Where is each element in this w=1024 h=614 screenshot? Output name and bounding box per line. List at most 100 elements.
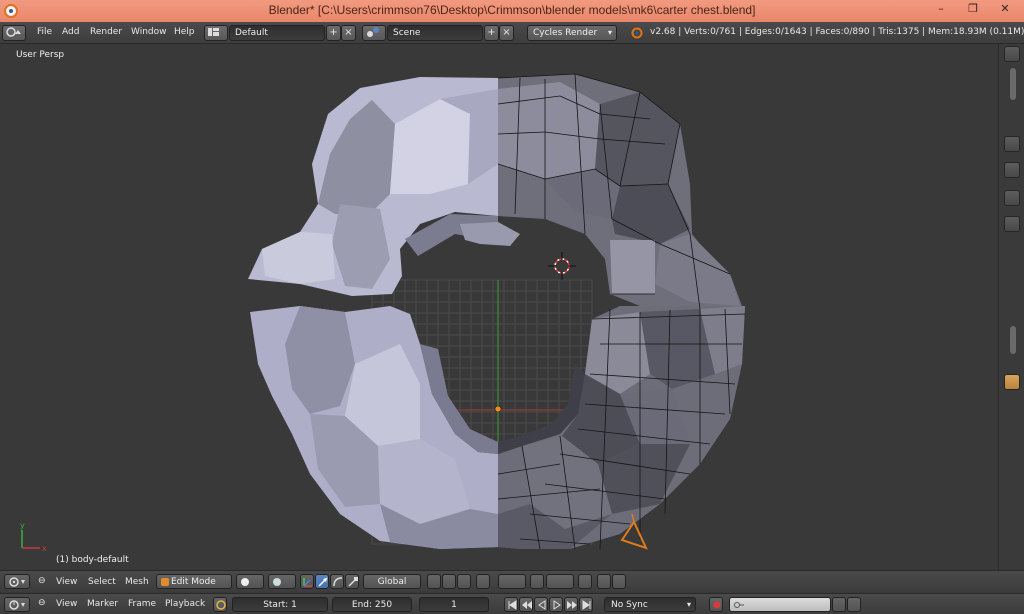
snap-toggle-button[interactable] <box>530 574 544 589</box>
jump-to-end-button[interactable] <box>579 597 593 612</box>
screen-layout-value: Default <box>235 28 268 38</box>
manipulator-toggle[interactable] <box>300 574 314 589</box>
blender-version-icon <box>631 27 643 39</box>
viewport-scene[interactable]: y x <box>0 44 998 570</box>
viewport-shading-select[interactable] <box>236 574 264 589</box>
select-menu[interactable]: Select <box>88 577 116 587</box>
menu-help[interactable]: Help <box>174 27 195 37</box>
properties-side-column <box>998 44 1024 570</box>
close-button[interactable]: ✕ <box>990 0 1020 20</box>
restore-button[interactable]: ❐ <box>958 0 988 20</box>
opengl-render-animation-button[interactable] <box>612 574 626 589</box>
active-object-label: (1) body-default <box>56 555 129 565</box>
3d-viewport[interactable]: User Persp y x (1) body-default <box>0 44 998 570</box>
object-origin <box>494 405 502 413</box>
remove-scene-button[interactable]: × <box>499 25 514 41</box>
render-engine-select[interactable]: Cycles Render ▾ <box>527 25 617 41</box>
render-preview-button[interactable] <box>578 574 592 589</box>
auto-keying-button[interactable] <box>709 597 723 612</box>
3d-view-header: ⊖ View Select Mesh Edit Mode Global <box>0 570 1024 592</box>
opengl-render-button[interactable] <box>597 574 611 589</box>
axis-y-label: y <box>20 521 25 530</box>
menu-file[interactable]: File <box>37 27 52 37</box>
add-keyframe-button[interactable] <box>832 597 846 612</box>
editor-type-timeline-button[interactable] <box>4 597 30 612</box>
minimize-button[interactable]: – <box>926 0 956 20</box>
face-select-mode-button[interactable] <box>457 574 471 589</box>
rotate-manipulator-button[interactable] <box>330 574 344 589</box>
translate-manipulator-button[interactable] <box>315 574 329 589</box>
axis-x-label: x <box>42 544 47 553</box>
edge-select-mode-button[interactable] <box>442 574 456 589</box>
scene-statistics: v2.68 | Verts:0/761 | Edges:0/1643 | Fac… <box>650 27 1024 37</box>
sync-mode-select[interactable]: No Sync ▾ <box>604 597 696 612</box>
collapse-menus-icon[interactable]: ⊖ <box>38 598 46 608</box>
remove-keyframe-button[interactable] <box>847 597 861 612</box>
outliner-scrollbar[interactable] <box>1010 68 1016 100</box>
timeline-header: ⊖ View Marker Frame Playback Start: 1 En… <box>0 593 1024 614</box>
proportional-editing-select[interactable] <box>498 574 526 589</box>
use-preview-range-button[interactable] <box>213 597 227 612</box>
end-frame-field[interactable]: End: 250 <box>332 597 412 612</box>
menu-add[interactable]: Add <box>62 27 79 37</box>
editor-type-info-button[interactable] <box>2 25 26 41</box>
playback-menu[interactable]: Playback <box>165 599 205 609</box>
menu-window[interactable]: Window <box>131 27 167 37</box>
limit-selection-visible-button[interactable] <box>476 574 490 589</box>
jump-to-previous-keyframe-button[interactable] <box>519 597 533 612</box>
play-button[interactable] <box>549 597 563 612</box>
scene-field[interactable]: Scene <box>387 25 483 41</box>
object-data-icon[interactable] <box>1004 216 1020 232</box>
helmet-mesh[interactable] <box>248 73 746 550</box>
keying-set-field[interactable] <box>729 597 831 612</box>
wrench-icon[interactable] <box>1004 162 1020 178</box>
orientation-value: Global <box>377 577 407 587</box>
scene-icon[interactable] <box>362 25 386 41</box>
add-screen-button[interactable]: + <box>326 25 341 41</box>
end-frame-value: End: 250 <box>351 600 393 610</box>
current-frame-field[interactable]: 1 <box>419 597 489 612</box>
start-frame-field[interactable]: Start: 1 <box>232 597 328 612</box>
outliner-editor-icon[interactable] <box>1004 46 1020 62</box>
axis-gizmo: y x <box>20 521 47 553</box>
scene-context-icon[interactable] <box>1004 190 1020 206</box>
timeline-view-menu[interactable]: View <box>56 599 77 609</box>
snap-element-select[interactable] <box>546 574 574 589</box>
editor-type-3d-button[interactable] <box>4 574 30 589</box>
screen-layout-field[interactable]: Default <box>229 25 325 41</box>
transform-orientation-select[interactable]: Global <box>363 574 421 589</box>
keyring-icon <box>734 602 744 608</box>
jump-to-next-keyframe-button[interactable] <box>564 597 578 612</box>
scene-value: Scene <box>393 28 421 38</box>
pivot-point-select[interactable] <box>268 574 296 589</box>
window-titlebar: Blender* [C:\Users\crimmson76\Desktop\Cr… <box>0 0 1024 22</box>
render-engine-value: Cycles Render <box>533 28 598 38</box>
jump-to-start-button[interactable] <box>504 597 518 612</box>
scale-manipulator-button[interactable] <box>345 574 359 589</box>
properties-scrollbar[interactable] <box>1010 326 1016 354</box>
vertex-select-mode-button[interactable] <box>427 574 441 589</box>
sync-mode-value: No Sync <box>611 600 648 610</box>
remove-screen-button[interactable]: × <box>341 25 356 41</box>
screen-layout-icon[interactable] <box>204 25 228 41</box>
view-menu[interactable]: View <box>56 577 77 587</box>
window-title: Blender* [C:\Users\crimmson76\Desktop\Cr… <box>268 3 756 17</box>
mesh-menu[interactable]: Mesh <box>125 577 149 587</box>
interaction-mode-select[interactable]: Edit Mode <box>156 574 232 589</box>
dropdown-arrow-icon: ▾ <box>686 600 691 609</box>
edit-mode-icon <box>161 578 169 586</box>
3d-cursor[interactable] <box>548 252 576 280</box>
marker-menu[interactable]: Marker <box>87 599 118 609</box>
add-scene-button[interactable]: + <box>484 25 499 41</box>
play-reverse-button[interactable] <box>534 597 548 612</box>
start-frame-value: Start: 1 <box>263 600 297 610</box>
mode-value: Edit Mode <box>171 577 216 587</box>
menu-render[interactable]: Render <box>90 27 122 37</box>
frame-menu[interactable]: Frame <box>128 599 156 609</box>
solid-shading-icon <box>241 578 249 586</box>
collapse-menus-icon[interactable]: ⊖ <box>38 576 46 586</box>
properties-editor-icon[interactable] <box>1004 136 1020 152</box>
current-frame-value: 1 <box>451 600 457 610</box>
info-header: File Add Render Window Help Default + × … <box>0 22 1024 44</box>
material-icon[interactable] <box>1004 374 1020 390</box>
